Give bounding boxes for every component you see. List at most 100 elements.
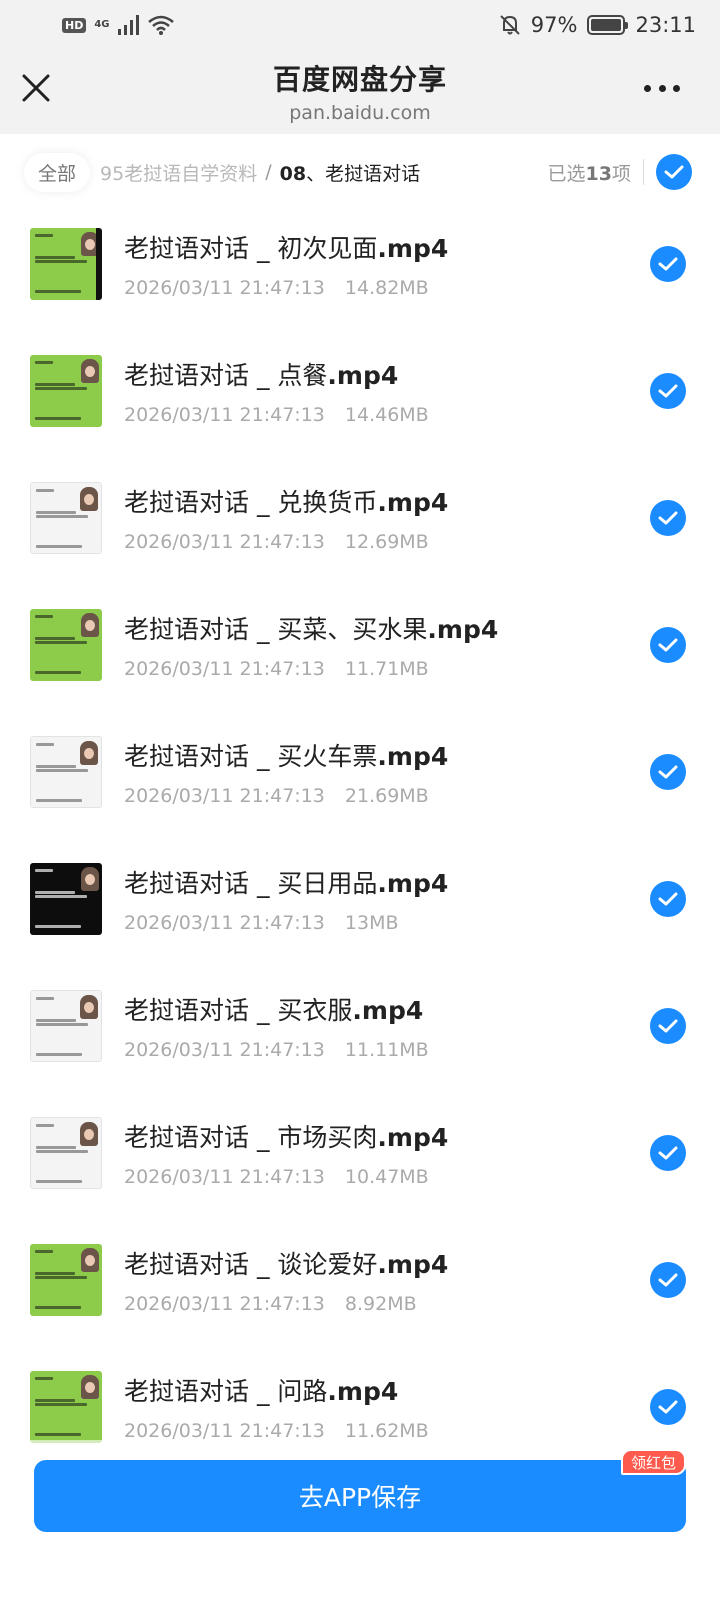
file-checkbox[interactable] — [650, 753, 686, 790]
file-meta: 2026/03/11 21:47:13 14.46MB — [124, 404, 650, 426]
file-extension: .mp4 — [377, 741, 449, 771]
file-info: 老挝语对话 _ 买日用品.mp4 2026/03/11 21:47:13 13MB — [124, 864, 650, 934]
file-info: 老挝语对话 _ 问路.mp4 2026/03/11 21:47:13 11.62MB — [124, 1372, 650, 1442]
file-name-base: 老挝语对话 _ 兑换货币 — [124, 487, 378, 517]
file-info: 老挝语对话 _ 兑换货币.mp4 2026/03/11 21:47:13 12.69… — [124, 483, 650, 553]
file-list: 老挝语对话 _ 初次见面.mp4 2026/03/11 21:47:13 14.82… — [0, 200, 720, 1470]
select-all-checkbox[interactable] — [656, 154, 692, 190]
file-checkbox[interactable] — [650, 1134, 686, 1171]
file-info: 老挝语对话 _ 买衣服.mp4 2026/03/11 21:47:13 11.11M… — [124, 991, 650, 1061]
video-thumbnail — [30, 862, 102, 935]
checkmark-icon — [658, 765, 678, 778]
checkmark-icon — [658, 384, 678, 397]
file-meta: 2026/03/11 21:47:13 11.62MB — [124, 1420, 650, 1442]
file-extension: .mp4 — [427, 614, 499, 644]
file-name: 老挝语对话 _ 初次见面.mp4 — [124, 229, 650, 265]
checkmark-icon — [658, 511, 678, 524]
video-thumbnail — [30, 354, 102, 427]
video-thumbnail — [30, 989, 102, 1062]
breadcrumb-separator: / — [265, 161, 272, 183]
file-checkbox[interactable] — [650, 1261, 686, 1298]
file-checkbox[interactable] — [650, 1388, 686, 1425]
video-thumbnail — [30, 1243, 102, 1316]
file-name: 老挝语对话 _ 买衣服.mp4 — [124, 991, 650, 1027]
close-button[interactable] — [18, 70, 54, 106]
battery-icon — [587, 15, 629, 35]
file-date: 2026/03/11 21:47:13 — [124, 657, 325, 680]
file-extension: .mp4 — [377, 1122, 449, 1152]
file-size: 13MB — [344, 911, 399, 934]
file-date: 2026/03/11 21:47:13 — [124, 1038, 325, 1061]
file-size: 21.69MB — [344, 784, 429, 807]
more-dot-icon — [673, 84, 680, 92]
file-name: 老挝语对话 _ 问路.mp4 — [124, 1372, 650, 1408]
checkmark-icon — [664, 165, 684, 179]
file-name: 老挝语对话 _ 买日用品.mp4 — [124, 864, 650, 900]
file-row[interactable]: 老挝语对话 _ 谈论爱好.mp4 2026/03/11 21:47:13 8.92M… — [0, 1216, 720, 1343]
file-name: 老挝语对话 _ 谈论爱好.mp4 — [124, 1245, 650, 1281]
file-name-base: 老挝语对话 _ 买菜、买水果 — [124, 614, 428, 644]
red-packet-badge[interactable]: 领红包 — [620, 1449, 686, 1475]
close-icon — [22, 74, 50, 102]
file-checkbox[interactable] — [650, 626, 686, 663]
file-size: 10.47MB — [344, 1165, 429, 1188]
file-extension: .mp4 — [352, 995, 424, 1025]
file-name: 老挝语对话 _ 市场买肉.mp4 — [124, 1118, 650, 1154]
file-name-base: 老挝语对话 _ 初次见面 — [124, 233, 378, 263]
file-size: 14.46MB — [344, 403, 429, 426]
save-to-app-button[interactable]: 去APP保存 — [34, 1460, 686, 1532]
file-size: 11.71MB — [344, 657, 429, 680]
file-row[interactable]: 老挝语对话 _ 兑换货币.mp4 2026/03/11 21:47:13 12.69… — [0, 454, 720, 581]
file-name: 老挝语对话 _ 点餐.mp4 — [124, 356, 650, 392]
file-extension: .mp4 — [377, 233, 449, 263]
battery-percent: 97% — [530, 13, 578, 37]
file-info: 老挝语对话 _ 初次见面.mp4 2026/03/11 21:47:13 14.82… — [124, 229, 650, 299]
file-name-base: 老挝语对话 _ 谈论爱好 — [124, 1249, 378, 1279]
page-url: pan.baidu.com — [289, 102, 431, 124]
file-row[interactable]: 老挝语对话 _ 市场买肉.mp4 2026/03/11 21:47:13 10.47… — [0, 1089, 720, 1216]
file-row[interactable]: 老挝语对话 _ 买衣服.mp4 2026/03/11 21:47:13 11.11M… — [0, 962, 720, 1089]
file-row[interactable]: 老挝语对话 _ 买菜、买水果.mp4 2026/03/11 21:47:13 11.… — [0, 581, 720, 708]
breadcrumb-all[interactable]: 全部 — [24, 152, 91, 192]
signal-icon — [117, 15, 139, 35]
breadcrumb: 全部 95老挝语自学资料 / 08、老挝语对话 已选13项 — [0, 134, 720, 210]
file-row[interactable]: 老挝语对话 _ 初次见面.mp4 2026/03/11 21:47:13 14.82… — [0, 200, 720, 327]
status-bar: HD 4G 97% 23:11 — [0, 0, 720, 50]
file-meta: 2026/03/11 21:47:13 14.82MB — [124, 277, 650, 299]
file-meta: 2026/03/11 21:47:13 8.92MB — [124, 1293, 650, 1315]
more-dot-icon — [644, 84, 651, 92]
more-menu-button[interactable] — [644, 76, 680, 100]
selected-count: 已选13项 — [548, 159, 631, 186]
breadcrumb-current: 08、老挝语对话 — [280, 159, 420, 186]
file-row[interactable]: 老挝语对话 _ 买火车票.mp4 2026/03/11 21:47:13 21.69… — [0, 708, 720, 835]
video-thumbnail — [30, 1370, 102, 1443]
file-date: 2026/03/11 21:47:13 — [124, 276, 325, 299]
video-thumbnail — [30, 1116, 102, 1189]
file-checkbox[interactable] — [650, 880, 686, 917]
video-thumbnail — [30, 227, 102, 300]
file-meta: 2026/03/11 21:47:13 11.71MB — [124, 658, 650, 680]
file-date: 2026/03/11 21:47:13 — [124, 784, 325, 807]
breadcrumb-parent[interactable]: 95老挝语自学资料 — [100, 159, 257, 186]
file-checkbox[interactable] — [650, 245, 686, 282]
video-thumbnail — [30, 735, 102, 808]
checkmark-icon — [658, 1019, 678, 1032]
file-name-base: 老挝语对话 _ 买日用品 — [124, 868, 378, 898]
file-info: 老挝语对话 _ 买菜、买水果.mp4 2026/03/11 21:47:13 11.… — [124, 610, 650, 680]
file-extension: .mp4 — [377, 487, 449, 517]
file-date: 2026/03/11 21:47:13 — [124, 1292, 325, 1315]
file-checkbox[interactable] — [650, 499, 686, 536]
file-row[interactable]: 老挝语对话 _ 买日用品.mp4 2026/03/11 21:47:13 13MB — [0, 835, 720, 962]
file-checkbox[interactable] — [650, 1007, 686, 1044]
file-name-base: 老挝语对话 _ 点餐 — [124, 360, 328, 390]
selected-suffix: 项 — [611, 162, 631, 185]
breadcrumb-current-num: 08 — [279, 162, 307, 185]
file-extension: .mp4 — [327, 360, 399, 390]
file-extension: .mp4 — [377, 1249, 449, 1279]
file-size: 8.92MB — [344, 1292, 417, 1315]
file-info: 老挝语对话 _ 买火车票.mp4 2026/03/11 21:47:13 21.69… — [124, 737, 650, 807]
file-date: 2026/03/11 21:47:13 — [124, 1165, 325, 1188]
file-checkbox[interactable] — [650, 372, 686, 409]
file-row[interactable]: 老挝语对话 _ 点餐.mp4 2026/03/11 21:47:13 14.46MB — [0, 327, 720, 454]
file-meta: 2026/03/11 21:47:13 21.69MB — [124, 785, 650, 807]
